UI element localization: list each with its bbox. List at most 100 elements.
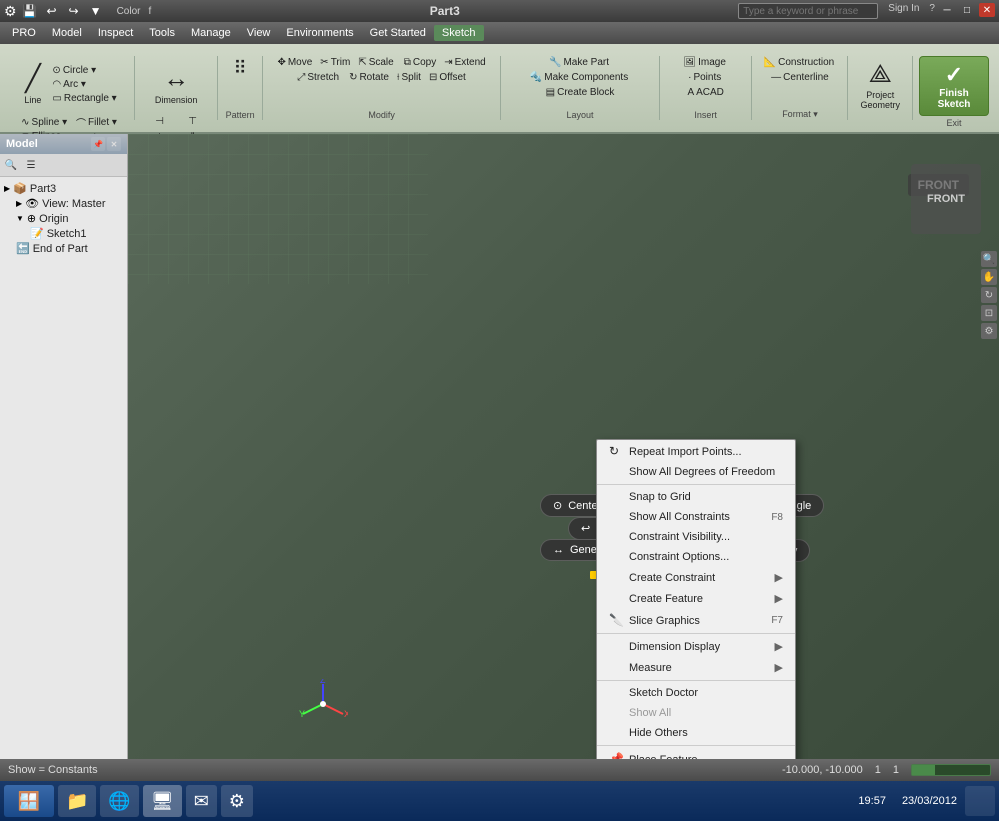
pan-tool[interactable]: ✋ xyxy=(981,269,997,285)
colinear-button[interactable]: ⊤ xyxy=(177,114,209,129)
tree-item-end-of-part[interactable]: 🔚 End of Part xyxy=(2,241,125,256)
show-desktop-button[interactable] xyxy=(965,786,995,816)
save-button[interactable]: 💾 xyxy=(21,2,39,20)
taskbar-app-firefox[interactable]: 📁 xyxy=(58,785,96,817)
rotate-button[interactable]: ↻ Rotate xyxy=(346,71,392,84)
ctx-show-all[interactable]: Show All xyxy=(597,703,795,723)
copy-button[interactable]: ⧉ Copy xyxy=(401,56,440,69)
tree-item-sketch1[interactable]: 📝 Sketch1 xyxy=(2,226,125,241)
make-part-button[interactable]: 🔧 Make Part xyxy=(546,56,612,69)
svg-text:X: X xyxy=(344,709,348,719)
menu-environments[interactable]: Environments xyxy=(278,25,361,41)
tree-item-view-master[interactable]: ▶ 👁 View: Master xyxy=(2,196,125,211)
right-tools: 🔍 ✋ ↻ ⊡ ⚙ xyxy=(979,249,999,341)
model-panel: Model 📌 ✕ 🔍 ☰ ▶ 📦 Part3 ▶ 👁 View: Master… xyxy=(0,134,128,759)
move-button[interactable]: ✥ Move xyxy=(274,56,315,69)
menu-tools[interactable]: Tools xyxy=(141,25,183,41)
taskbar-app-chrome[interactable]: 🌐 xyxy=(100,785,138,817)
create-block-button[interactable]: ▤ Create Block xyxy=(543,86,618,99)
panel-win-controls: 📌 ✕ xyxy=(91,137,121,151)
make-components-button[interactable]: 🔩 Make Components xyxy=(527,71,631,84)
points-button[interactable]: · Points xyxy=(685,71,724,84)
ctx-constraint-visibility[interactable]: Constraint Visibility... xyxy=(597,527,795,547)
extend-icon: ⇥ xyxy=(444,57,452,68)
taskbar-app-email[interactable]: ✉ xyxy=(186,785,217,817)
rectangle-button[interactable]: ▭ Rectangle ▾ xyxy=(49,92,119,105)
finish-sketch-button[interactable]: ✓ FinishSketch xyxy=(919,56,989,116)
undo-icon: ↩ xyxy=(581,522,590,535)
ctx-create-feature[interactable]: Create Feature ▶ xyxy=(597,588,795,609)
ctx-show-all-constraints[interactable]: Show All Constraints F8 xyxy=(597,507,795,527)
circle-button[interactable]: ⊙ Circle ▾ xyxy=(49,64,119,77)
points-icon: · xyxy=(688,72,691,83)
menu-pro[interactable]: PRO xyxy=(4,25,44,41)
pattern-btn[interactable]: ⠿ xyxy=(224,56,256,81)
acad-button[interactable]: A ACAD xyxy=(684,86,726,99)
undo-button[interactable]: ↩ xyxy=(43,2,61,20)
ctx-constraint-options[interactable]: Constraint Options... xyxy=(597,547,795,567)
trim-button[interactable]: ✂ Trim xyxy=(317,56,353,69)
coincident-button[interactable]: ⊣ xyxy=(144,114,176,129)
ctx-place-feature[interactable]: 📌Place Feature... xyxy=(597,748,795,759)
spline-button[interactable]: ∿ Spline ▾ xyxy=(18,116,71,129)
tree-item-origin[interactable]: ▼ ⊕ Origin xyxy=(2,211,125,226)
viewport[interactable]: FRONT FRONT 🔍 ✋ ↻ ⊡ ⚙ ✏ Create Line ⊙ Ce… xyxy=(128,134,999,759)
ctx-snap-grid[interactable]: Snap to Grid xyxy=(597,487,795,507)
taskbar-app-inventor[interactable]: 🖥 xyxy=(143,785,182,817)
menu-sketch[interactable]: Sketch xyxy=(434,25,484,41)
extend-button[interactable]: ⇥ Extend xyxy=(441,56,489,69)
ctx-slice-graphics[interactable]: 🔪Slice Graphics F7 xyxy=(597,609,795,631)
fillet-button[interactable]: ⌒ Fillet ▾ xyxy=(73,114,120,131)
ctx-hide-others[interactable]: Hide Others xyxy=(597,723,795,743)
image-button[interactable]: 🖼 Image xyxy=(680,56,729,69)
taskbar-app-settings[interactable]: ⚙ xyxy=(221,785,253,817)
ctx-sep-3 xyxy=(597,680,795,681)
menu-view[interactable]: View xyxy=(239,25,279,41)
tree-arrow-part3: ▶ xyxy=(4,184,10,193)
rotate-tool[interactable]: ↻ xyxy=(981,287,997,303)
close-button[interactable]: ✕ xyxy=(979,3,995,17)
menu-model[interactable]: Model xyxy=(44,25,90,41)
panel-pin-button[interactable]: 📌 xyxy=(91,137,105,151)
fit-tool[interactable]: ⊡ xyxy=(981,305,997,321)
qat-extra-button[interactable]: ▼ xyxy=(87,2,105,20)
modify-label: Modify xyxy=(368,110,395,120)
help-button[interactable]: ? xyxy=(929,3,935,19)
view-cube[interactable]: FRONT xyxy=(911,164,981,234)
maximize-button[interactable]: □ xyxy=(959,3,975,17)
tree-item-part3[interactable]: ▶ 📦 Part3 xyxy=(2,181,125,196)
centerline-button[interactable]: — Centerline xyxy=(768,71,832,84)
ctx-measure[interactable]: Measure ▶ xyxy=(597,657,795,678)
panel-close-button[interactable]: ✕ xyxy=(107,137,121,151)
ctx-sketch-doctor[interactable]: Sketch Doctor xyxy=(597,683,795,703)
redo-button[interactable]: ↪ xyxy=(65,2,83,20)
menu-manage[interactable]: Manage xyxy=(183,25,239,41)
dimension-button[interactable]: ↔ Dimension xyxy=(149,56,204,112)
arc-button[interactable]: ◠ Arc ▾ xyxy=(49,78,119,91)
model-filter-button[interactable]: ☰ xyxy=(22,156,40,174)
zoom-tool[interactable]: 🔍 xyxy=(981,251,997,267)
centerline-icon: — xyxy=(771,72,781,83)
model-search-button[interactable]: 🔍 xyxy=(2,156,20,174)
ctx-dimension-display[interactable]: Dimension Display ▶ xyxy=(597,636,795,657)
minimize-button[interactable]: ─ xyxy=(939,3,955,17)
ctx-create-constraint[interactable]: Create Constraint ▶ xyxy=(597,567,795,588)
menu-get-started[interactable]: Get Started xyxy=(362,25,434,41)
tree-icon-sketch1: 📝 xyxy=(30,227,44,240)
scale-button[interactable]: ⇱ Scale xyxy=(355,56,396,69)
ctx-repeat-import[interactable]: ↻Repeat Import Points... xyxy=(597,440,795,462)
line-button[interactable]: ╱ Line xyxy=(18,56,47,112)
split-button[interactable]: ⟊ Split xyxy=(394,71,424,84)
offset-button[interactable]: ⊟ Offset xyxy=(426,71,469,84)
project-geometry-button[interactable]: ⟁ ProjectGeometry xyxy=(854,56,906,112)
search-input[interactable] xyxy=(738,3,878,19)
stretch-button[interactable]: ⤢ Stretch xyxy=(294,71,342,84)
settings-tool[interactable]: ⚙ xyxy=(981,323,997,339)
ctx-show-constraints-key: F8 xyxy=(771,512,783,523)
menu-inspect[interactable]: Inspect xyxy=(90,25,141,41)
ribbon-group-exit: ✓ FinishSketch Exit xyxy=(913,56,995,120)
construction-button[interactable]: 📐 Construction xyxy=(761,56,838,69)
ctx-show-all-dof[interactable]: Show All Degrees of Freedom xyxy=(597,462,795,482)
signin-button[interactable]: Sign In xyxy=(888,3,919,19)
start-button[interactable]: 🪟 xyxy=(4,785,54,817)
